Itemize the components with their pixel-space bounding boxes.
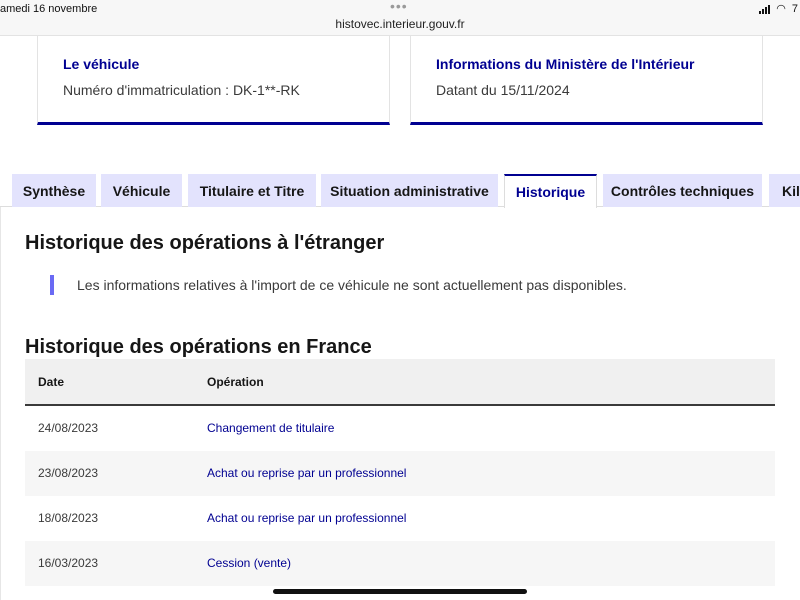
foreign-history-heading: Historique des opérations à l'étranger <box>25 232 385 254</box>
table-row: 23/08/2023 Achat ou reprise par un profe… <box>25 451 775 496</box>
address-bar-url[interactable]: histovec.interieur.gouv.fr <box>0 17 800 31</box>
ministry-info-card: Informations du Ministère de l'Intérieur… <box>410 36 763 125</box>
tab-synthese[interactable]: Synthèse <box>12 174 96 207</box>
tab-titulaire[interactable]: Titulaire et Titre <box>188 174 316 207</box>
status-icons: ◠ 7 <box>759 3 798 15</box>
row-date: 23/08/2023 <box>38 466 99 480</box>
france-history-heading: Historique des opérations en France <box>25 336 372 358</box>
column-header-operation: Opération <box>207 375 264 389</box>
table-header: Date Opération <box>25 359 775 406</box>
import-info-callout: Les informations relatives à l'import de… <box>77 277 627 293</box>
row-operation-link[interactable]: Cession (vente) <box>207 556 291 570</box>
ministry-card-title: Informations du Ministère de l'Intérieur <box>436 56 695 72</box>
row-operation-link[interactable]: Achat ou reprise par un professionnel <box>207 511 406 525</box>
tab-historique[interactable]: Historique <box>504 174 597 208</box>
battery-icon: 7 <box>791 3 798 15</box>
tab-kilometrage[interactable]: Kilo <box>769 174 800 207</box>
table-row: 24/08/2023 Changement de titulaire <box>25 406 775 451</box>
data-date: Datant du 15/11/2024 <box>436 82 570 98</box>
status-date: amedi 16 novembre <box>0 3 98 15</box>
tab-vehicule[interactable]: Véhicule <box>101 174 182 207</box>
row-date: 16/03/2023 <box>38 556 99 570</box>
vehicle-card-title: Le véhicule <box>63 56 140 72</box>
row-date: 24/08/2023 <box>38 421 99 435</box>
tab-situation-administrative[interactable]: Situation administrative <box>321 174 498 207</box>
wifi-icon: ◠ <box>776 2 786 15</box>
row-operation-link[interactable]: Changement de titulaire <box>207 421 334 435</box>
table-row: 18/08/2023 Achat ou reprise par un profe… <box>25 496 775 541</box>
column-header-date: Date <box>38 375 65 389</box>
registration-number: Numéro d'immatriculation : DK-1**-RK <box>63 82 300 98</box>
row-date: 18/08/2023 <box>38 511 99 525</box>
status-bar: amedi 16 novembre ••• histovec.interieur… <box>0 0 800 36</box>
callout-bar <box>50 275 54 295</box>
report-tabs: Synthèse Véhicule Titulaire et Titre Sit… <box>0 174 800 208</box>
table-row: 16/03/2023 Cession (vente) <box>25 541 775 586</box>
more-options-icon[interactable]: ••• <box>390 0 408 14</box>
signal-icon <box>759 4 771 14</box>
vehicle-card: Le véhicule Numéro d'immatriculation : D… <box>37 36 390 125</box>
home-indicator[interactable] <box>273 589 527 594</box>
operations-table: Date Opération 24/08/2023 Changement de … <box>25 359 775 586</box>
row-operation-link[interactable]: Achat ou reprise par un professionnel <box>207 466 406 480</box>
tab-controles-techniques[interactable]: Contrôles techniques <box>603 174 762 207</box>
